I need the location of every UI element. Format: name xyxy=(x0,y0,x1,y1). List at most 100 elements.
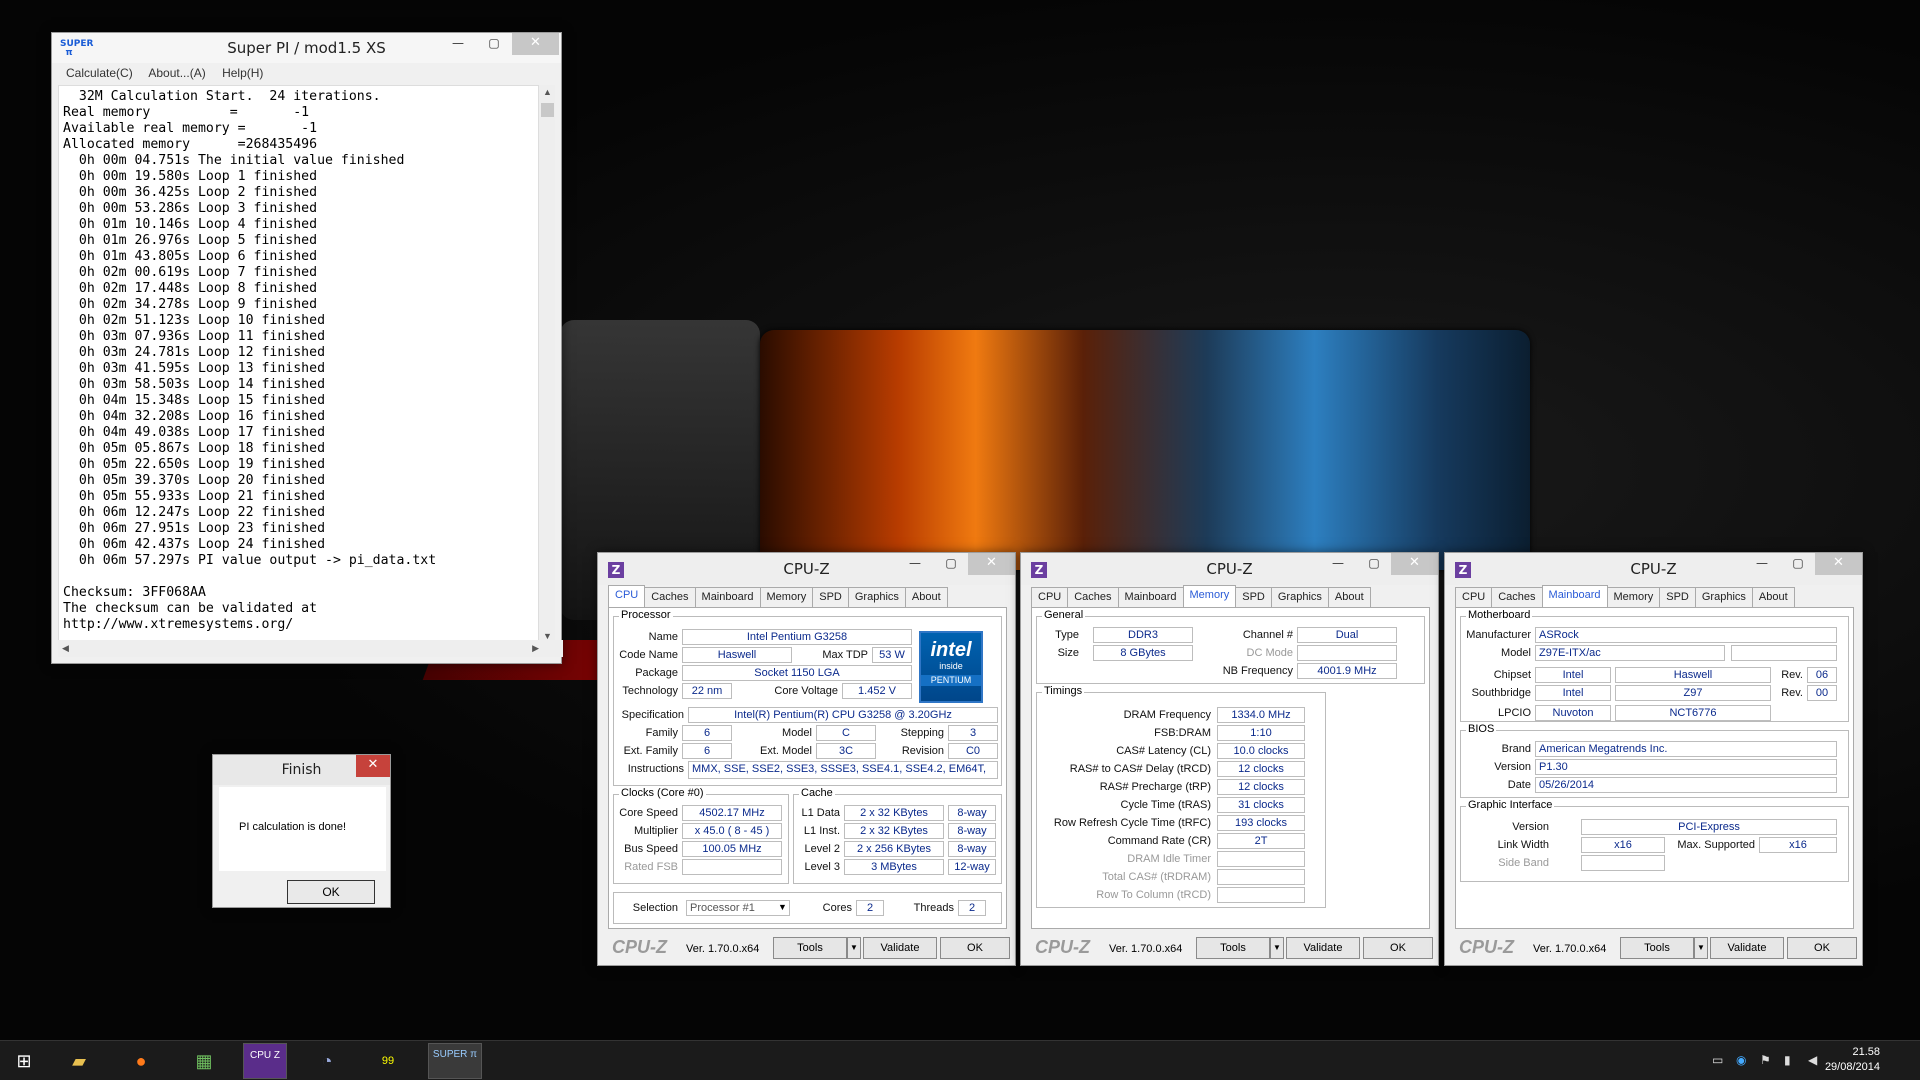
maximize-icon[interactable]: ▢ xyxy=(1356,553,1392,575)
tab-graphics[interactable]: Graphics xyxy=(847,587,906,607)
ok-button[interactable]: OK xyxy=(940,937,1010,959)
stepping-value: 3 xyxy=(948,725,998,741)
firefox-icon[interactable]: ● xyxy=(119,1043,163,1079)
flag-icon[interactable]: ⚑ xyxy=(1760,1053,1771,1067)
minimize-icon[interactable]: — xyxy=(897,553,933,575)
cpuz-titlebar[interactable]: Z CPU-Z — ▢ ✕ xyxy=(1445,553,1862,585)
tools-button[interactable]: Tools xyxy=(1196,937,1270,959)
finish-ok-button[interactable]: OK xyxy=(287,880,375,904)
maximize-icon[interactable]: ▢ xyxy=(933,553,969,575)
chevron-down-icon[interactable]: ▼ xyxy=(778,902,787,912)
minimize-icon[interactable]: — xyxy=(1744,553,1780,575)
tab-memory[interactable]: Memory xyxy=(1182,585,1237,607)
tab-mainboard[interactable]: Mainboard xyxy=(1541,585,1608,607)
link-width-value: x16 xyxy=(1581,837,1665,853)
tab-mainboard[interactable]: Mainboard xyxy=(1117,587,1184,607)
scroll-right-icon[interactable]: ▶ xyxy=(532,643,539,654)
intel-inside: inside xyxy=(939,661,963,671)
clock[interactable]: 21.58 29/08/2014 xyxy=(1825,1045,1880,1075)
model-extra-value xyxy=(1731,645,1837,661)
tab-graphics[interactable]: Graphics xyxy=(1694,587,1753,607)
ok-button[interactable]: OK xyxy=(1363,937,1433,959)
tab-spd[interactable]: SPD xyxy=(812,587,849,607)
validate-button[interactable]: Validate xyxy=(1710,937,1784,959)
level3-value: 3 MBytes xyxy=(844,859,944,875)
tab-graphics[interactable]: Graphics xyxy=(1270,587,1329,607)
level3-label: Level 3 xyxy=(804,861,840,873)
tab-mainboard[interactable]: Mainboard xyxy=(694,587,761,607)
tools-button[interactable]: Tools xyxy=(773,937,847,959)
menu-help[interactable]: Help(H) xyxy=(222,66,263,80)
validate-button[interactable]: Validate xyxy=(1286,937,1360,959)
minimize-icon[interactable]: — xyxy=(440,33,476,55)
quake-icon[interactable]: 99 xyxy=(366,1043,410,1079)
benchmark-icon[interactable]: ◔ xyxy=(305,1043,349,1079)
finish-titlebar[interactable]: Finish ✕ xyxy=(213,755,390,785)
tab-caches[interactable]: Caches xyxy=(644,587,696,607)
finish-title: Finish xyxy=(281,762,322,778)
cpuz-titlebar[interactable]: Z CPU-Z — ▢ ✕ xyxy=(1021,553,1438,585)
tab-caches[interactable]: Caches xyxy=(1067,587,1119,607)
minimize-icon[interactable]: — xyxy=(1320,553,1356,575)
scroll-thumb[interactable] xyxy=(541,103,554,117)
tools-button[interactable]: Tools xyxy=(1620,937,1694,959)
tab-cpu[interactable]: CPU xyxy=(1455,587,1493,607)
scroll-left-icon[interactable]: ◀ xyxy=(62,643,69,654)
timing-label: RAS# Precharge (tRP) xyxy=(1099,781,1211,793)
tab-about[interactable]: About xyxy=(904,587,948,607)
l1-data-ways: 8-way xyxy=(948,805,996,821)
gpu-tool-icon[interactable]: ▦ xyxy=(182,1043,226,1079)
tab-caches[interactable]: Caches xyxy=(1491,587,1543,607)
tab-cpu[interactable]: CPU xyxy=(1031,587,1069,607)
bluetooth-icon[interactable]: ◉ xyxy=(1736,1053,1746,1067)
core-voltage-value: 1.452 V xyxy=(842,683,912,699)
tools-dropdown-icon[interactable]: ▼ xyxy=(1270,937,1284,959)
superpi-output-log[interactable]: 32M Calculation Start. 24 iterations. Re… xyxy=(58,85,544,643)
timing-value xyxy=(1217,851,1305,867)
dc-mode-label: DC Mode xyxy=(1246,647,1293,659)
validate-button[interactable]: Validate xyxy=(863,937,937,959)
tools-dropdown-icon[interactable]: ▼ xyxy=(847,937,861,959)
side-band-value xyxy=(1581,855,1665,871)
signal-icon[interactable]: ▮ xyxy=(1784,1053,1791,1067)
maximize-icon[interactable]: ▢ xyxy=(1780,553,1816,575)
timings-group: Timings DRAM Frequency 1334.0 MHz FSB:DRAM… xyxy=(1036,685,1326,908)
file-explorer-icon[interactable]: ▰ xyxy=(57,1043,101,1079)
cpuz-footer: CPU-Z Ver. 1.70.0.x64 Tools ▼ Validate O… xyxy=(598,935,1015,965)
scroll-up-icon[interactable]: ▲ xyxy=(543,87,552,97)
revision-label: Revision xyxy=(901,745,944,757)
cpuz-taskbar-icon[interactable]: CPU Z xyxy=(243,1043,287,1079)
volume-icon[interactable]: ◀ xyxy=(1808,1053,1817,1067)
superpi-titlebar[interactable]: SUPER π Super PI / mod1.5 XS — ▢ ✕ xyxy=(52,33,561,63)
horizontal-scrollbar[interactable]: ◀ ▶ xyxy=(58,640,563,657)
start-windows-icon[interactable]: ⊞ xyxy=(2,1043,46,1079)
selection-label: Selection xyxy=(632,902,678,914)
close-icon[interactable]: ✕ xyxy=(1815,553,1862,575)
menu-about[interactable]: About...(A) xyxy=(148,66,205,80)
clock-time: 21.58 xyxy=(1852,1046,1880,1058)
tab-spd[interactable]: SPD xyxy=(1659,587,1696,607)
tab-about[interactable]: About xyxy=(1327,587,1371,607)
tab-about[interactable]: About xyxy=(1751,587,1795,607)
network-icon[interactable]: ▭ xyxy=(1712,1053,1723,1067)
tools-dropdown-icon[interactable]: ▼ xyxy=(1694,937,1708,959)
close-icon[interactable]: ✕ xyxy=(356,755,390,777)
close-icon[interactable]: ✕ xyxy=(968,553,1015,575)
lpcio-vendor: Nuvoton xyxy=(1535,705,1611,721)
nb-frequency-value: 4001.9 MHz xyxy=(1297,663,1397,679)
maximize-icon[interactable]: ▢ xyxy=(476,33,512,55)
menu-calculate[interactable]: Calculate(C) xyxy=(66,66,133,80)
superpi-taskbar-icon[interactable]: SUPER π xyxy=(428,1043,482,1079)
tab-spd[interactable]: SPD xyxy=(1235,587,1272,607)
processor-select[interactable]: Processor #1 xyxy=(686,900,790,916)
l1-inst-value: 2 x 32 KBytes xyxy=(844,823,944,839)
finish-message: PI calculation is done! xyxy=(219,787,386,871)
close-icon[interactable]: ✕ xyxy=(1391,553,1438,575)
tab-memory[interactable]: Memory xyxy=(1606,587,1661,607)
ok-button[interactable]: OK xyxy=(1787,937,1857,959)
tab-cpu[interactable]: CPU xyxy=(608,585,646,607)
cpuz-titlebar[interactable]: Z CPU-Z — ▢ ✕ xyxy=(598,553,1015,585)
vertical-scrollbar[interactable]: ▲ ▼ xyxy=(538,85,555,643)
close-icon[interactable]: ✕ xyxy=(512,33,559,55)
tab-memory[interactable]: Memory xyxy=(759,587,814,607)
